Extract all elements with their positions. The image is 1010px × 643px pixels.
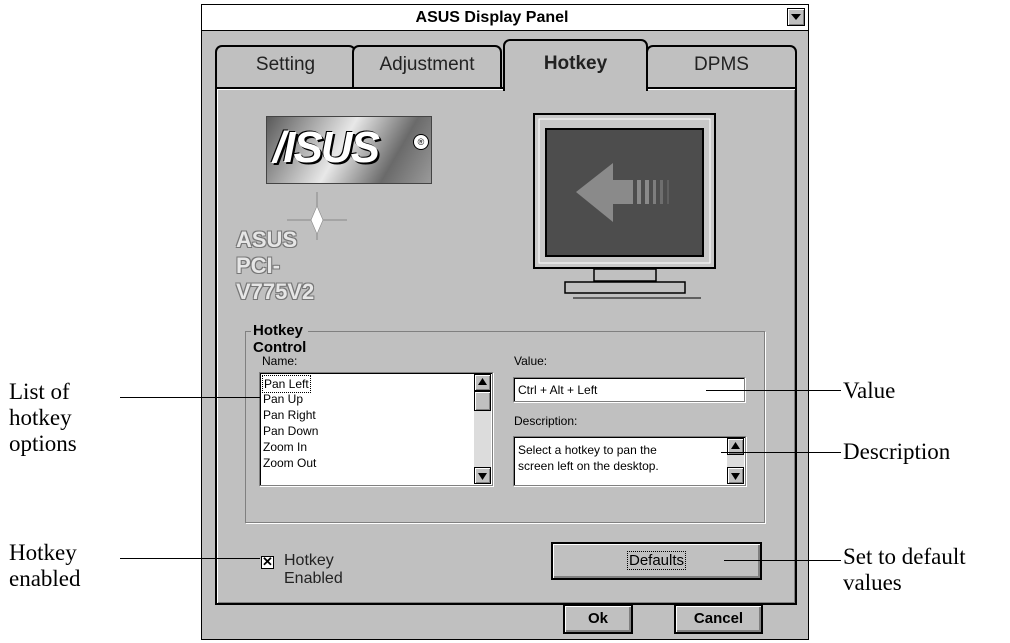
hotkey-enabled-checkbox[interactable]: ✕ xyxy=(261,554,274,569)
description-line: screen left on the desktop. xyxy=(518,459,659,473)
hotkey-list[interactable]: Pan Left Pan Up Pan Right Pan Down Zoom … xyxy=(259,372,493,486)
defaults-button-label: Defaults xyxy=(626,551,687,570)
scroll-up-button[interactable] xyxy=(474,374,491,391)
chevron-down-icon xyxy=(791,14,801,20)
tab-dpms-label: DPMS xyxy=(694,54,749,75)
annotation-value: Value xyxy=(843,378,896,403)
tab-dpms[interactable]: DPMS xyxy=(646,45,797,89)
scroll-down-button[interactable] xyxy=(474,467,491,484)
list-item[interactable]: Pan Right xyxy=(263,407,316,423)
title-bar: ASUS Display Panel xyxy=(202,5,808,31)
list-item[interactable]: Zoom In xyxy=(263,439,307,455)
list-item[interactable]: Zoom Out xyxy=(263,455,316,471)
tab-hotkey-label: Hotkey xyxy=(543,53,608,74)
list-scrollbar[interactable] xyxy=(474,374,491,484)
description-field[interactable]: Select a hotkey to pan the screen left o… xyxy=(513,436,746,486)
ok-button-label: Ok xyxy=(587,610,608,627)
tab-setting[interactable]: Setting xyxy=(215,45,356,89)
annotation-hotkey-enabled: Hotkey enabled xyxy=(9,540,81,591)
tab-setting-label: Setting xyxy=(255,54,316,75)
ok-button[interactable]: Ok xyxy=(563,604,633,634)
description-line: Select a hotkey to pan the xyxy=(518,443,657,457)
annotation-list-options: List of hotkey options xyxy=(9,379,77,456)
tab-adjustment-label: Adjustment xyxy=(379,54,475,75)
window-menu-button[interactable] xyxy=(787,8,805,26)
check-mark-icon: ✕ xyxy=(262,554,273,569)
arrow-down-icon xyxy=(478,473,487,480)
scroll-up-button[interactable] xyxy=(727,438,744,455)
value-field[interactable]: Ctrl + Alt + Left xyxy=(513,377,745,402)
description-scrollbar[interactable] xyxy=(727,438,744,484)
defaults-button[interactable]: Defaults xyxy=(551,542,762,580)
tab-adjustment[interactable]: Adjustment xyxy=(352,45,502,89)
annotation-description: Description xyxy=(843,439,951,464)
scroll-down-button[interactable] xyxy=(727,467,744,484)
cancel-button-label: Cancel xyxy=(693,610,744,627)
cancel-button[interactable]: Cancel xyxy=(674,604,763,634)
window-title: ASUS Display Panel xyxy=(415,9,569,26)
scroll-thumb[interactable] xyxy=(474,391,491,411)
arrow-up-icon xyxy=(478,378,487,385)
arrow-down-icon xyxy=(731,473,740,480)
hotkey-tab-panel xyxy=(215,87,797,605)
value-text: Ctrl + Alt + Left xyxy=(518,383,598,397)
tab-hotkey[interactable]: Hotkey xyxy=(503,39,648,91)
list-item[interactable]: Pan Up xyxy=(263,391,303,407)
annotation-defaults: Set to default values xyxy=(843,544,966,595)
arrow-up-icon xyxy=(731,442,740,449)
list-item[interactable]: Pan Down xyxy=(263,423,318,439)
